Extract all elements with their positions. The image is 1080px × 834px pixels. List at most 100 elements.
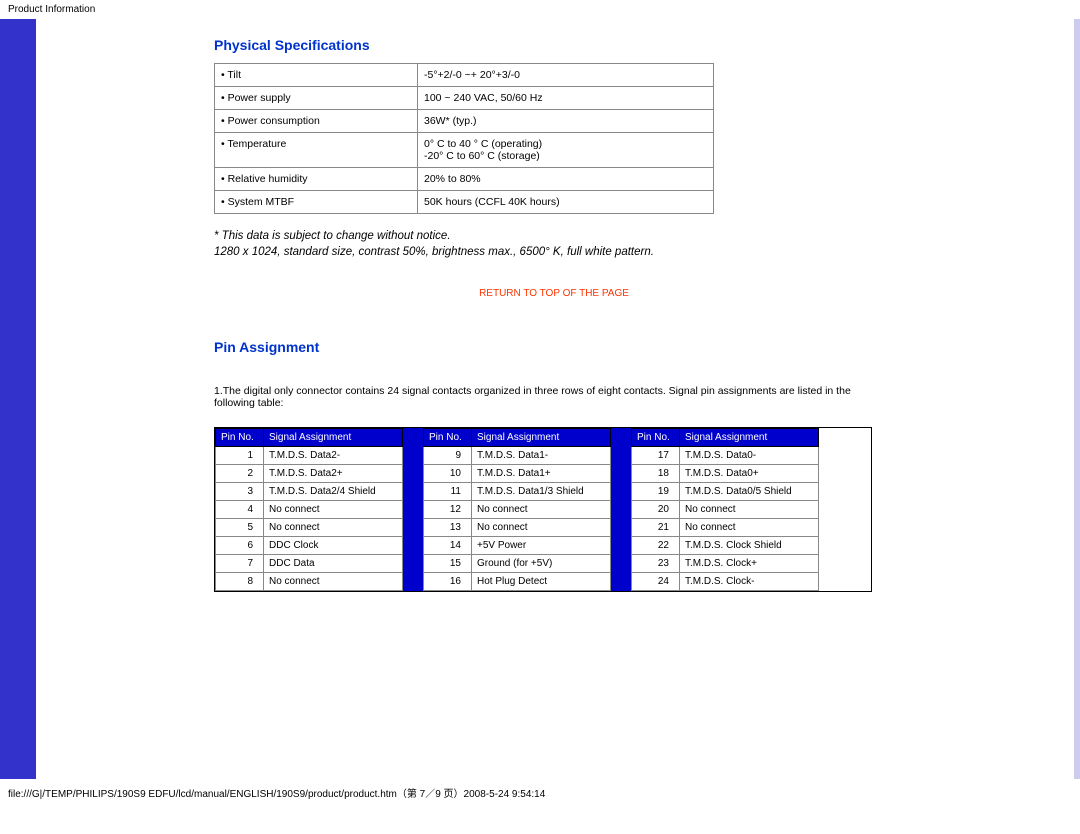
pin-header-pin: Pin No.: [632, 429, 680, 447]
pin-number: 4: [216, 501, 264, 519]
table-row: 2T.M.D.S. Data2+: [216, 465, 403, 483]
pin-header-pin: Pin No.: [424, 429, 472, 447]
pin-signal: No connect: [264, 573, 403, 591]
content-area: Physical Specifications • Tilt-5°+2/-0 ~…: [36, 19, 1080, 779]
spec-label: • Temperature: [215, 133, 418, 168]
pin-number: 1: [216, 447, 264, 465]
pin-signal: T.M.D.S. Data0-: [680, 447, 819, 465]
table-row: 3T.M.D.S. Data2/4 Shield: [216, 483, 403, 501]
spec-value: 36W* (typ.): [418, 110, 714, 133]
table-row: 8No connect: [216, 573, 403, 591]
spec-value: 0° C to 40 ° C (operating)-20° C to 60° …: [418, 133, 714, 168]
table-row: 14+5V Power: [424, 537, 611, 555]
pin-signal: No connect: [264, 501, 403, 519]
table-row: 20No connect: [632, 501, 819, 519]
pin-number: 12: [424, 501, 472, 519]
pin-signal: T.M.D.S. Data1-: [472, 447, 611, 465]
table-row: • System MTBF50K hours (CCFL 40K hours): [215, 191, 714, 214]
pin-signal: DDC Clock: [264, 537, 403, 555]
table-row: 16Hot Plug Detect: [424, 573, 611, 591]
table-row: 9T.M.D.S. Data1-: [424, 447, 611, 465]
physical-specs-heading: Physical Specifications: [214, 37, 894, 53]
pin-signal: No connect: [472, 501, 611, 519]
table-row: 22T.M.D.S. Clock Shield: [632, 537, 819, 555]
pin-number: 15: [424, 555, 472, 573]
pin-signal: DDC Data: [264, 555, 403, 573]
pin-header-signal: Signal Assignment: [680, 429, 819, 447]
pin-number: 23: [632, 555, 680, 573]
table-row: 7DDC Data: [216, 555, 403, 573]
pin-number: 7: [216, 555, 264, 573]
table-row: • Power supply100 ~ 240 VAC, 50/60 Hz: [215, 87, 714, 110]
table-row: 12No connect: [424, 501, 611, 519]
spec-note-1: * This data is subject to change without…: [214, 230, 894, 242]
table-row: • Power consumption36W* (typ.): [215, 110, 714, 133]
table-spacer: [611, 428, 631, 591]
pin-number: 10: [424, 465, 472, 483]
pin-number: 14: [424, 537, 472, 555]
table-row: 21No connect: [632, 519, 819, 537]
pin-signal: +5V Power: [472, 537, 611, 555]
pin-table: Pin No.Signal Assignment17T.M.D.S. Data0…: [631, 428, 819, 591]
pin-signal: T.M.D.S. Clock-: [680, 573, 819, 591]
table-row: • Tilt-5°+2/-0 ~+ 20°+3/-0: [215, 64, 714, 87]
pin-assignment-intro: 1.The digital only connector contains 24…: [214, 385, 894, 409]
pin-number: 13: [424, 519, 472, 537]
pin-signal: T.M.D.S. Data2-: [264, 447, 403, 465]
pin-signal: T.M.D.S. Data0+: [680, 465, 819, 483]
spec-label: • System MTBF: [215, 191, 418, 214]
spec-value: -5°+2/-0 ~+ 20°+3/-0: [418, 64, 714, 87]
pin-number: 21: [632, 519, 680, 537]
spec-note-2: 1280 x 1024, standard size, contrast 50%…: [214, 246, 894, 258]
spec-value: 100 ~ 240 VAC, 50/60 Hz: [418, 87, 714, 110]
spec-label: • Power consumption: [215, 110, 418, 133]
page-footer-path: file:///G|/TEMP/PHILIPS/190S9 EDFU/lcd/m…: [0, 779, 1080, 806]
table-row: 23T.M.D.S. Clock+: [632, 555, 819, 573]
pin-number: 16: [424, 573, 472, 591]
pin-signal: T.M.D.S. Data1/3 Shield: [472, 483, 611, 501]
return-to-top-link[interactable]: RETURN TO TOP OF THE PAGE: [214, 288, 894, 299]
pin-signal: No connect: [472, 519, 611, 537]
pin-number: 17: [632, 447, 680, 465]
pin-signal: No connect: [680, 519, 819, 537]
table-row: 19T.M.D.S. Data0/5 Shield: [632, 483, 819, 501]
pin-number: 11: [424, 483, 472, 501]
pin-signal: T.M.D.S. Clock+: [680, 555, 819, 573]
table-row: 24T.M.D.S. Clock-: [632, 573, 819, 591]
pin-number: 22: [632, 537, 680, 555]
pin-header-pin: Pin No.: [216, 429, 264, 447]
pin-header-signal: Signal Assignment: [264, 429, 403, 447]
table-row: 6DDC Clock: [216, 537, 403, 555]
pin-signal: No connect: [680, 501, 819, 519]
table-row: 11T.M.D.S. Data1/3 Shield: [424, 483, 611, 501]
pin-signal: Ground (for +5V): [472, 555, 611, 573]
pin-number: 24: [632, 573, 680, 591]
page-body: Physical Specifications • Tilt-5°+2/-0 ~…: [0, 19, 1080, 779]
spec-label: • Tilt: [215, 64, 418, 87]
table-row: 10T.M.D.S. Data1+: [424, 465, 611, 483]
pin-table: Pin No.Signal Assignment1T.M.D.S. Data2-…: [215, 428, 403, 591]
page-header-title: Product Information: [0, 0, 1080, 19]
pin-number: 18: [632, 465, 680, 483]
pin-table: Pin No.Signal Assignment9T.M.D.S. Data1-…: [423, 428, 611, 591]
pin-signal: T.M.D.S. Data0/5 Shield: [680, 483, 819, 501]
physical-specs-table: • Tilt-5°+2/-0 ~+ 20°+3/-0• Power supply…: [214, 63, 714, 214]
table-spacer: [403, 428, 423, 591]
pin-number: 20: [632, 501, 680, 519]
pin-number: 19: [632, 483, 680, 501]
table-row: 15Ground (for +5V): [424, 555, 611, 573]
pin-number: 9: [424, 447, 472, 465]
table-row: • Temperature0° C to 40 ° C (operating)-…: [215, 133, 714, 168]
spec-value: 50K hours (CCFL 40K hours): [418, 191, 714, 214]
left-nav-rail: [0, 19, 36, 779]
pin-assignment-heading: Pin Assignment: [214, 339, 894, 355]
pin-number: 8: [216, 573, 264, 591]
table-row: 17T.M.D.S. Data0-: [632, 447, 819, 465]
pin-signal: Hot Plug Detect: [472, 573, 611, 591]
pin-signal: T.M.D.S. Data2+: [264, 465, 403, 483]
table-row: 4No connect: [216, 501, 403, 519]
spec-label: • Relative humidity: [215, 168, 418, 191]
pin-number: 2: [216, 465, 264, 483]
pin-signal: No connect: [264, 519, 403, 537]
pin-assignment-table-wrapper: Pin No.Signal Assignment1T.M.D.S. Data2-…: [214, 427, 872, 592]
